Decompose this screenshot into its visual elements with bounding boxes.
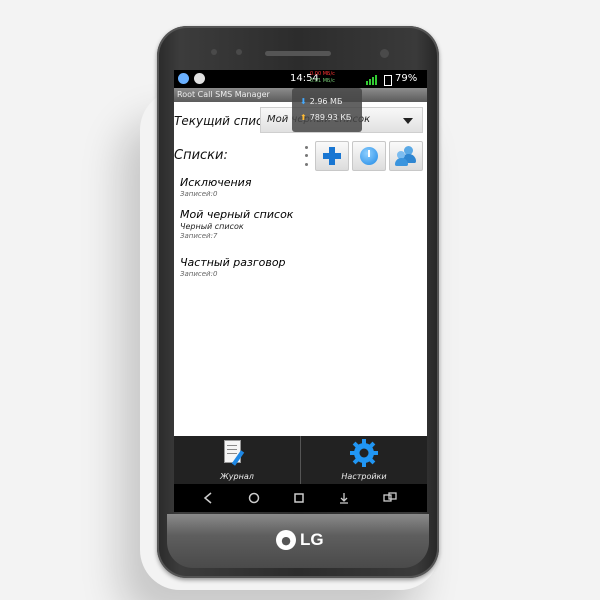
network-speed-popup: ⬇ 2.96 МБ ⬆ 789.93 КБ <box>292 88 362 132</box>
list-item-count: Записей:0 <box>180 270 218 278</box>
list-item-exceptions[interactable]: Исключения Записей:0 <box>180 176 420 198</box>
plus-icon <box>323 147 341 165</box>
lg-logo: ● LG <box>276 528 324 552</box>
status-bar: 14:54 0.00 МБ/с 0.01 МБ/с 79% <box>174 70 427 88</box>
battery-icon <box>384 75 392 86</box>
list-item-private-call[interactable]: Частный разговор Записей:0 <box>180 256 420 278</box>
notification-icon <box>194 73 205 84</box>
clock-icon <box>360 147 378 165</box>
tab-journal[interactable]: Журнал <box>174 436 300 484</box>
recents-icon[interactable] <box>291 490 307 506</box>
list-item-blacklist[interactable]: Мой черный список Черный список Записей:… <box>180 208 420 240</box>
lg-logo-icon: ● <box>276 530 296 550</box>
notification-pull-icon[interactable] <box>336 490 352 506</box>
lg-logo-text: LG <box>300 530 324 549</box>
upload-arrow-icon: ⬆ <box>300 113 307 122</box>
sensor-icon <box>236 49 242 55</box>
status-battery: 79% <box>395 73 418 84</box>
users-icon <box>395 146 417 166</box>
status-speed-down: 0.01 МБ/с <box>310 78 335 84</box>
list-item-title: Мой черный список <box>180 208 294 221</box>
overflow-menu-icon[interactable] <box>305 143 308 169</box>
list-item-title: Исключения <box>180 176 252 189</box>
notification-icon <box>178 73 189 84</box>
list-item-title: Частный разговор <box>180 256 286 269</box>
contacts-button[interactable] <box>389 141 423 171</box>
screen: 14:54 0.00 МБ/с 0.01 МБ/с 79% Root Call … <box>174 70 427 512</box>
front-camera-icon <box>380 49 389 58</box>
chevron-down-icon <box>403 118 413 124</box>
bottom-tab-bar: Журнал Настройки <box>174 436 427 484</box>
upload-total: 789.93 КБ <box>309 113 352 122</box>
earpiece-speaker <box>265 51 331 56</box>
download-total: 2.96 МБ <box>309 97 343 106</box>
list-item-subtitle: Черный список <box>180 222 244 231</box>
lists-label: Списки: <box>174 148 228 163</box>
status-speed-up: 0.00 МБ/с <box>310 71 335 77</box>
tab-settings[interactable]: Настройки <box>301 436 427 484</box>
back-icon[interactable] <box>200 490 216 506</box>
journal-icon <box>224 440 246 466</box>
schedule-button[interactable] <box>352 141 386 171</box>
home-icon[interactable] <box>246 490 262 506</box>
sensor-icon <box>211 49 217 55</box>
system-nav-bar <box>174 484 427 512</box>
download-arrow-icon: ⬇ <box>300 97 307 106</box>
tab-settings-label: Настройки <box>341 472 387 481</box>
list-item-count: Записей:7 <box>180 232 218 240</box>
add-list-button[interactable] <box>315 141 349 171</box>
gear-icon <box>350 439 378 467</box>
tab-journal-label: Журнал <box>220 472 254 481</box>
list-item-count: Записей:0 <box>180 190 218 198</box>
signal-icon <box>366 74 377 85</box>
dual-window-icon[interactable] <box>382 490 398 506</box>
